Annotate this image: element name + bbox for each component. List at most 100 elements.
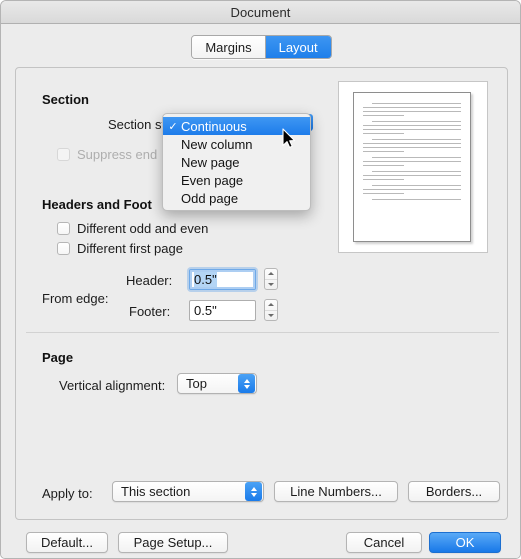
different-odd-even-row[interactable]: Different odd and even: [57, 221, 208, 236]
different-first-page-checkbox[interactable]: [57, 242, 70, 255]
suppress-endnotes-label: Suppress end: [77, 147, 158, 162]
preview-line: [372, 199, 461, 200]
tab-margins[interactable]: Margins: [192, 36, 265, 58]
updown-arrows-icon: [238, 374, 255, 393]
header-stepper-down[interactable]: [265, 278, 277, 290]
preview-paragraph: [354, 139, 470, 152]
menu-item-label: New page: [181, 154, 240, 170]
preview-line: [363, 111, 461, 112]
preview-paragraph: [354, 185, 470, 194]
chevron-up-icon: [268, 272, 274, 276]
updown-arrows-icon: [245, 482, 262, 501]
preview-line: [372, 121, 461, 122]
footer-stepper-up[interactable]: [265, 300, 277, 310]
footer-label: Footer:: [129, 304, 171, 319]
preview-line: [372, 103, 461, 104]
preview-top-margin: [354, 93, 470, 103]
document-preview: [338, 81, 488, 253]
apply-to-label: Apply to:: [42, 486, 93, 501]
apply-to-value: This section: [121, 484, 191, 499]
preview-line: [363, 179, 405, 180]
line-numbers-button[interactable]: Line Numbers...: [274, 481, 398, 502]
menu-item-label: Continuous: [181, 118, 247, 134]
tab-group: Margins Layout: [191, 35, 332, 59]
document-dialog-window: Document Margins Layout Section Section …: [0, 0, 521, 559]
menu-item-label: Even page: [181, 172, 244, 188]
chevron-down-icon: [268, 313, 274, 317]
different-first-page-row[interactable]: Different first page: [57, 241, 183, 256]
preview-line: [363, 115, 405, 116]
tab-bar: Margins Layout: [1, 35, 520, 59]
preview-line: [363, 129, 461, 130]
preview-line: [372, 157, 461, 158]
preview-paragraph: [354, 199, 470, 200]
title-bar: Document: [1, 1, 520, 24]
vertical-alignment-value: Top: [186, 376, 207, 391]
borders-button[interactable]: Borders...: [408, 481, 500, 502]
menu-item-new-column[interactable]: New column: [163, 135, 310, 153]
vertical-alignment-select[interactable]: Top: [177, 373, 257, 394]
preview-line: [363, 161, 461, 162]
preview-line: [363, 133, 405, 134]
preview-paragraph: [354, 103, 470, 116]
footer-distance-value: 0.5": [194, 303, 217, 318]
preview-line: [372, 139, 461, 140]
suppress-endnotes-row[interactable]: Suppress end: [57, 147, 157, 162]
preview-line: [363, 175, 461, 176]
menu-item-new-page[interactable]: New page: [163, 153, 310, 171]
from-edge-label: From edge:: [42, 291, 109, 306]
header-distance-stepper[interactable]: [264, 268, 278, 290]
section-start-menu: ✓ Continuous New column New page Even pa…: [162, 113, 311, 211]
menu-item-continuous[interactable]: ✓ Continuous: [163, 117, 310, 135]
apply-to-select[interactable]: This section: [112, 481, 264, 502]
header-label: Header:: [126, 273, 173, 288]
vertical-alignment-label: Vertical alignment:: [59, 378, 166, 393]
cancel-button[interactable]: Cancel: [346, 532, 422, 553]
page-group-title: Page: [42, 350, 74, 365]
preview-paragraph: [354, 157, 470, 166]
section-group-title: Section: [42, 92, 89, 107]
different-first-page-label: Different first page: [77, 241, 183, 256]
triangle-up-icon: [243, 378, 250, 383]
preview-line: [363, 143, 461, 144]
ok-button[interactable]: OK: [429, 532, 501, 553]
preview-line: [363, 147, 461, 148]
preview-line: [372, 171, 461, 172]
preview-line: [363, 125, 461, 126]
preview-paragraph: [354, 121, 470, 134]
triangle-up-icon: [250, 486, 257, 491]
triangle-down-icon: [243, 384, 250, 389]
preview-line: [363, 193, 405, 194]
different-odd-even-label: Different odd and even: [77, 221, 209, 236]
dialog-body: Margins Layout Section Section start: Su…: [1, 24, 520, 558]
footer-distance-input[interactable]: 0.5": [189, 300, 256, 321]
window-title: Document: [230, 4, 291, 20]
preview-line: [363, 165, 405, 166]
header-distance-value: 0.5": [194, 272, 217, 287]
chevron-up-icon: [268, 303, 274, 307]
menu-item-label: Odd page: [181, 190, 239, 206]
footer-stepper-down[interactable]: [265, 309, 277, 321]
suppress-endnotes-checkbox[interactable]: [57, 148, 70, 161]
checkmark-icon: ✓: [168, 120, 178, 133]
page-setup-button[interactable]: Page Setup...: [118, 532, 228, 553]
menu-item-odd-page[interactable]: Odd page: [163, 189, 310, 207]
section-divider: [26, 332, 499, 333]
header-stepper-up[interactable]: [265, 269, 277, 279]
preview-line: [363, 151, 405, 152]
footer-distance-stepper[interactable]: [264, 299, 278, 321]
headers-footers-group-title: Headers and Foot: [42, 197, 152, 212]
triangle-down-icon: [250, 492, 257, 497]
default-button[interactable]: Default...: [26, 532, 108, 553]
header-distance-input[interactable]: 0.5": [189, 269, 256, 290]
preview-line: [363, 107, 461, 108]
preview-line: [372, 185, 461, 186]
menu-item-even-page[interactable]: Even page: [163, 171, 310, 189]
preview-line: [363, 189, 461, 190]
chevron-down-icon: [268, 282, 274, 286]
preview-paragraph: [354, 171, 470, 180]
menu-item-label: New column: [181, 136, 253, 152]
tab-layout[interactable]: Layout: [264, 36, 331, 58]
preview-page: [353, 92, 471, 242]
different-odd-even-checkbox[interactable]: [57, 222, 70, 235]
